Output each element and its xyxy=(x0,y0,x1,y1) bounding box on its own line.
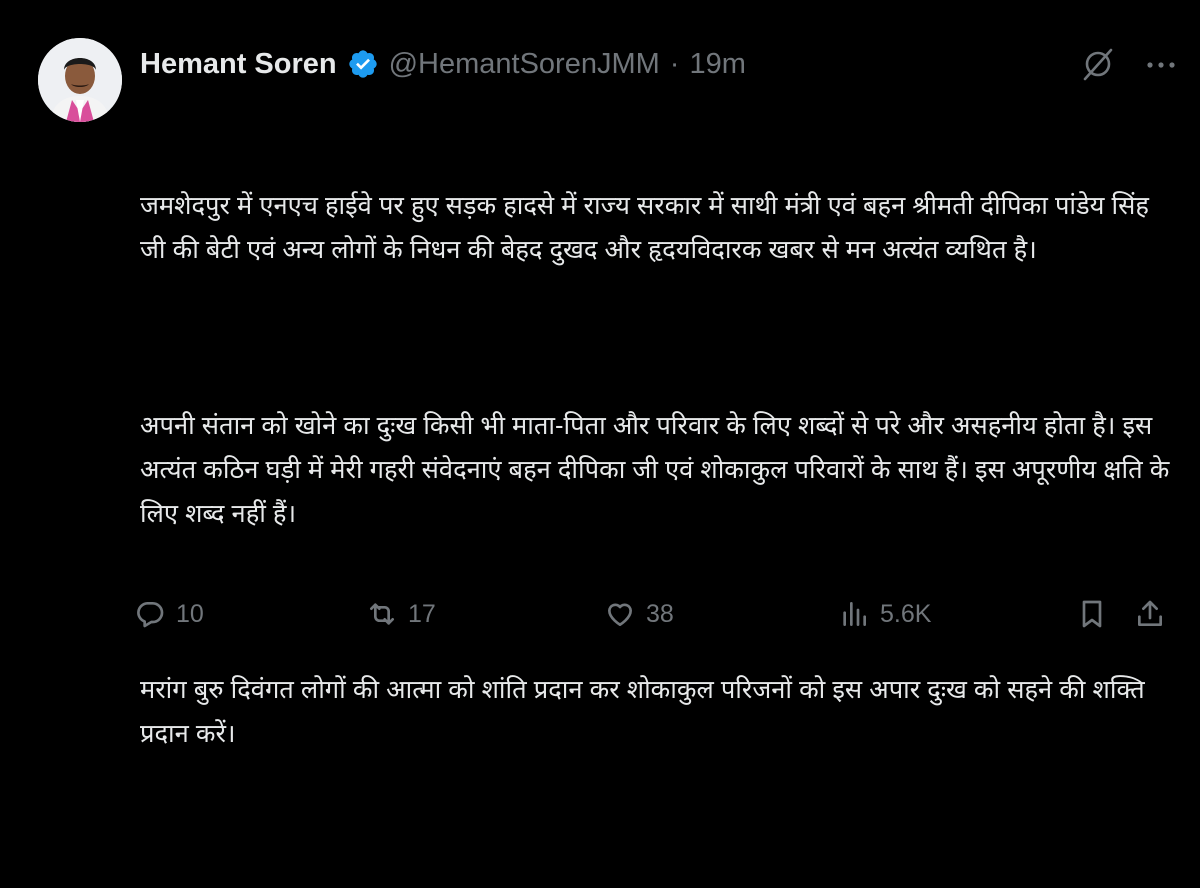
post-time[interactable]: 19m xyxy=(689,48,745,81)
author-name[interactable]: Hemant Soren xyxy=(140,48,337,81)
bookmark-button[interactable] xyxy=(1076,598,1108,630)
views-icon xyxy=(843,602,866,626)
avatar[interactable] xyxy=(38,38,122,122)
reply-button[interactable]: 10 xyxy=(134,598,204,630)
bookmark-icon xyxy=(1082,600,1102,628)
tweet-paragraph: मरांग बुरु दिवंगत लोगों की आत्मा को शांत… xyxy=(140,676,1152,748)
like-button[interactable]: 38 xyxy=(604,598,674,630)
repost-count: 17 xyxy=(408,599,436,628)
tweet-header: Hemant Soren @HemantSorenJMM · 19m xyxy=(140,44,746,84)
separator-dot: · xyxy=(669,47,680,80)
tweet-text: जमशेदपुर में एनएच हाईवे पर हुए सड़क हादस… xyxy=(140,96,1170,888)
reply-icon xyxy=(137,602,164,628)
avatar-image xyxy=(38,38,122,122)
action-bar: 10 17 38 5.6K xyxy=(134,598,1174,638)
repost-icon xyxy=(370,603,394,625)
tweet-paragraph: जमशेदपुर में एनएच हाईवे पर हुए सड़क हादस… xyxy=(140,192,1157,264)
like-icon xyxy=(608,603,632,626)
more-icon[interactable] xyxy=(1146,60,1176,70)
grok-icon[interactable] xyxy=(1080,46,1116,82)
views-button[interactable]: 5.6K xyxy=(838,598,931,630)
like-count: 38 xyxy=(646,599,674,628)
tweet-card: Hemant Soren @HemantSorenJMM · 19m जमशेद… xyxy=(0,0,1200,748)
verified-badge-icon xyxy=(348,50,377,78)
share-button[interactable] xyxy=(1134,598,1166,630)
views-count: 5.6K xyxy=(880,599,932,628)
author-handle[interactable]: @HemantSorenJMM xyxy=(389,48,660,81)
reply-count: 10 xyxy=(176,599,204,628)
share-icon xyxy=(1138,600,1162,626)
tweet-paragraph: अपनी संतान को खोने का दुःख किसी भी माता-… xyxy=(140,412,1177,528)
repost-button[interactable]: 17 xyxy=(366,598,436,630)
